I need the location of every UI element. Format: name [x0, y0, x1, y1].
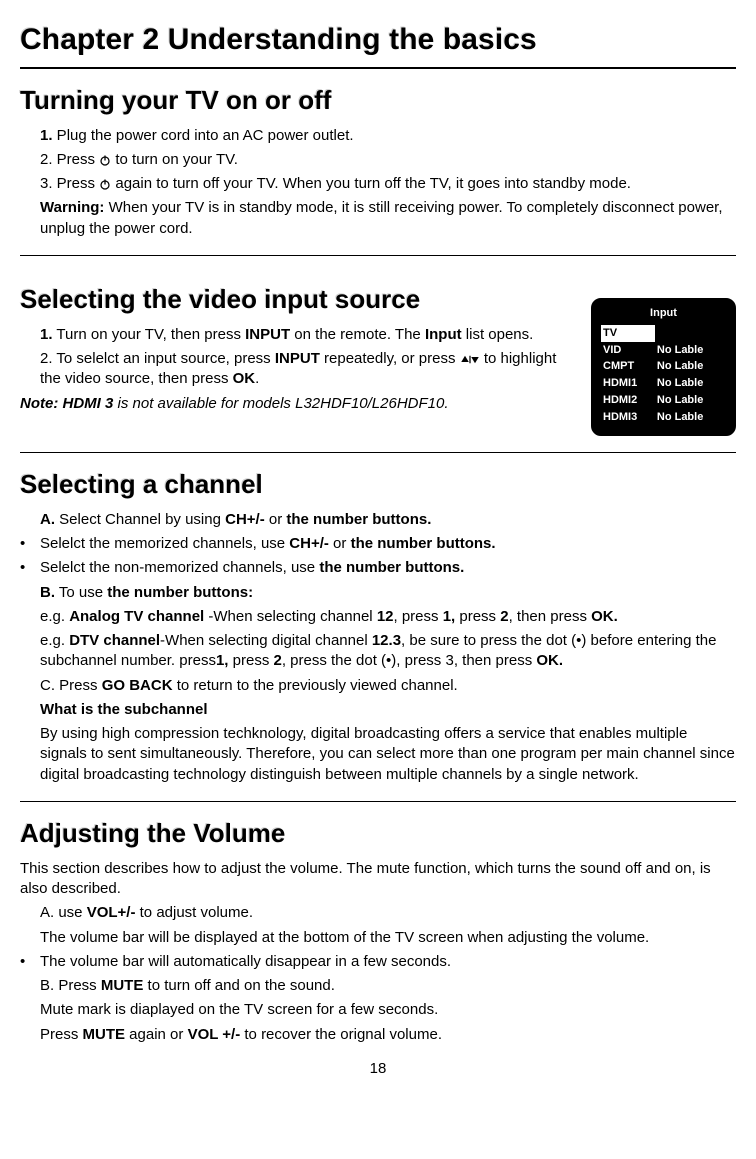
- up-down-icon: [460, 354, 480, 365]
- volume-bar-note: The volume bar will be displayed at the …: [40, 928, 736, 948]
- step2: 2. Press to turn on your TV.: [40, 150, 736, 170]
- section-heading-turning-on-off: Turning your TV on or off Turning your T…: [20, 83, 736, 118]
- input-menu-row: CMPTNo Lable: [601, 358, 726, 375]
- warning: Warning: When your TV is in standby mode…: [40, 198, 736, 239]
- volume-intro: This section describes how to adjust the…: [20, 859, 736, 900]
- section-heading-video-input: Selecting the video input source Selecti…: [20, 282, 573, 317]
- input-menu-row: VIDNo Lable: [601, 342, 726, 359]
- power-icon: [99, 154, 111, 166]
- item-a: A. use VOL+/- to adjust volume.: [40, 903, 736, 923]
- section-body: A. Select Channel by using CH+/- or the …: [40, 510, 736, 785]
- input-osd-menu: Input TV VIDNo Lable CMPTNo Lable HDMI1N…: [591, 298, 736, 436]
- note: Note: HDMI 3 is not available for models…: [20, 394, 573, 414]
- heading-rule: [20, 67, 736, 69]
- input-menu-title: Input: [601, 306, 726, 321]
- section-rule: [20, 255, 736, 256]
- item-c: C. Press GO BACK to return to the previo…: [40, 676, 736, 696]
- section-heading-selecting-channel: Selecting a channel Selecting a channel: [20, 467, 736, 502]
- subchannel-body: By using high compression techknology, d…: [40, 724, 736, 785]
- input-menu-row: HDMI2No Lable: [601, 392, 726, 409]
- section-rule: [20, 801, 736, 802]
- example-analog: e.g. Analog TV channel -When selecting c…: [40, 607, 736, 627]
- step2: 2. To selelct an input source, press INP…: [40, 349, 573, 390]
- item-b: B. To use the number buttons:: [40, 583, 736, 603]
- chapter-title: Chapter 2 Understanding the basics Chapt…: [20, 20, 736, 61]
- input-menu-list: TV VIDNo Lable CMPTNo Lable HDMI1No Labl…: [601, 325, 726, 426]
- bullet-item: • Selelct the memorized channels, use CH…: [20, 534, 736, 554]
- subchannel-heading: What is the subchannel: [40, 700, 736, 720]
- section-rule: [20, 452, 736, 453]
- mute-note: Mute mark is diaplayed on the TV screen …: [40, 1000, 736, 1020]
- step1: 1. Turn on your TV, then press INPUT on …: [40, 325, 573, 345]
- section-heading-volume: Adjusting the Volume Adjusting the Volum…: [20, 816, 736, 851]
- input-menu-row: HDMI3No Lable: [601, 409, 726, 426]
- bullet-item: • Selelct the non-memorized channels, us…: [20, 558, 736, 578]
- section-body: 1. Turn on your TV, then press INPUT on …: [40, 325, 573, 414]
- item-a: A. Select Channel by using CH+/- or the …: [40, 510, 736, 530]
- step1: 1. Plug the power cord into an AC power …: [40, 126, 736, 146]
- section-body: 1. Plug the power cord into an AC power …: [40, 126, 736, 239]
- power-icon: [99, 178, 111, 190]
- page-number: 18: [20, 1059, 736, 1079]
- section-body: A. use VOL+/- to adjust volume. The volu…: [40, 903, 736, 1045]
- bullet-item: • The volume bar will automatically disa…: [20, 952, 736, 972]
- item-b: B. Press MUTE to turn off and on the sou…: [40, 976, 736, 996]
- input-menu-row: HDMI1No Lable: [601, 375, 726, 392]
- input-menu-row-tv: TV: [601, 325, 726, 342]
- example-dtv: e.g. DTV channel-When selecting digital …: [40, 631, 736, 672]
- mute-recover: Press MUTE again or VOL +/- to recover t…: [40, 1025, 736, 1045]
- step3: 3. Press again to turn off your TV. When…: [40, 174, 736, 194]
